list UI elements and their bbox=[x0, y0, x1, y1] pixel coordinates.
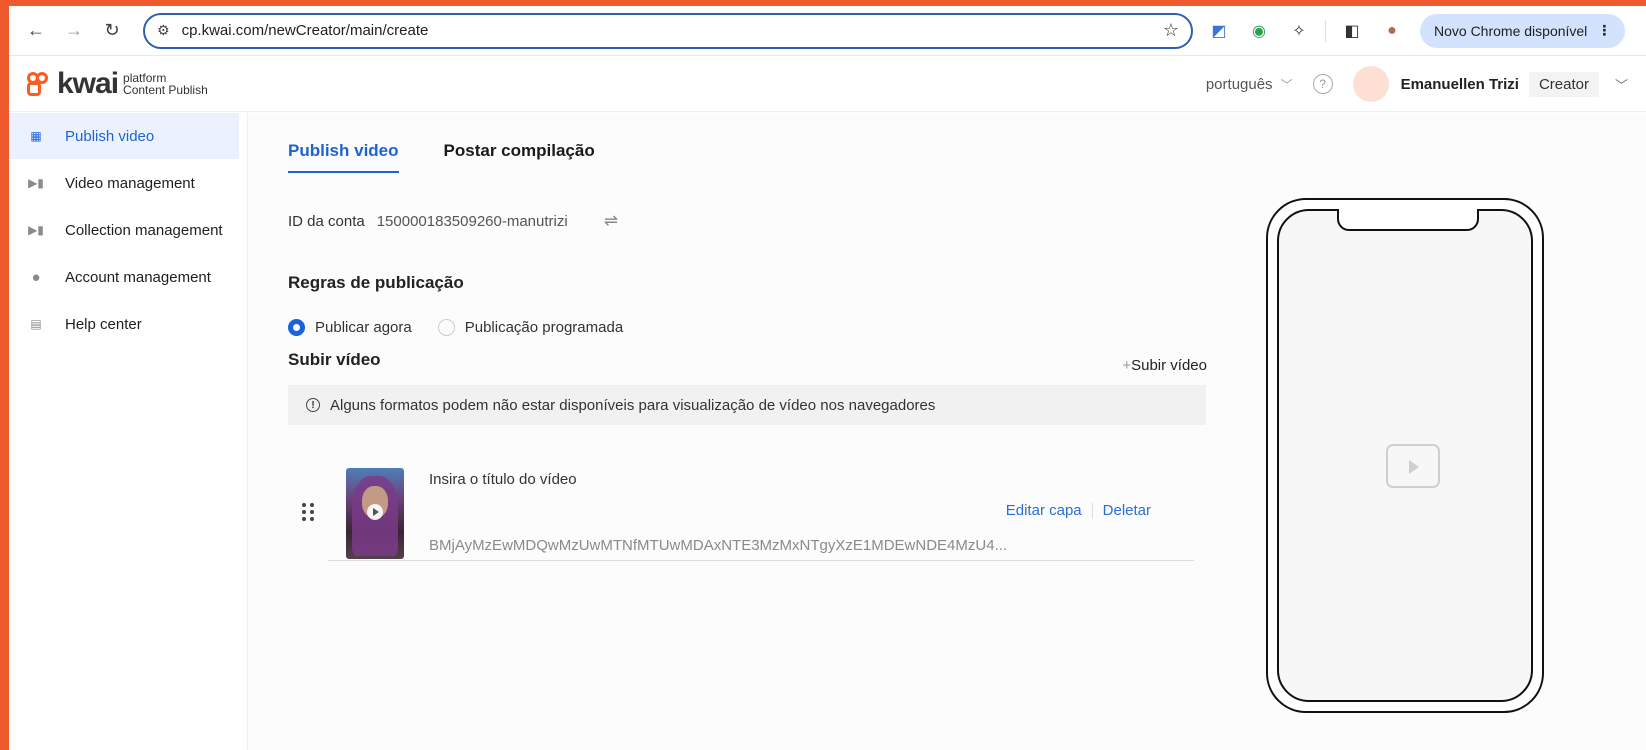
info-icon: ! bbox=[306, 398, 320, 412]
logo-subtitle: platform Content Publish bbox=[123, 72, 208, 96]
tab-publish-video[interactable]: Publish video bbox=[288, 141, 399, 173]
publish-mode-radios: Publicar agora Publicação programada bbox=[288, 319, 649, 336]
tab-postar-compilacao[interactable]: Postar compilação bbox=[444, 141, 595, 173]
video-icon: ▶▮ bbox=[28, 223, 44, 237]
url-text[interactable]: cp.kwai.com/newCreator/main/create bbox=[182, 22, 1163, 39]
profile-avatar-icon[interactable]: ● bbox=[1378, 17, 1406, 45]
bookmark-star-icon[interactable]: ☆ bbox=[1163, 20, 1179, 41]
chevron-down-icon: ﹀ bbox=[1280, 77, 1293, 92]
main-content: Publish video Postar compilação ID da co… bbox=[248, 113, 1646, 750]
site-settings-icon[interactable]: ⚙ bbox=[157, 22, 170, 39]
phone-screen bbox=[1277, 209, 1533, 702]
sidebar-item-label: Publish video bbox=[65, 127, 155, 145]
puzzle-extensions-icon[interactable]: ✧ bbox=[1285, 17, 1313, 45]
phone-notch bbox=[1337, 209, 1479, 231]
chrome-update-button[interactable]: Novo Chrome disponível ⋮ bbox=[1420, 13, 1626, 48]
address-bar[interactable]: ⚙ cp.kwai.com/newCreator/main/create ☆ bbox=[143, 12, 1193, 49]
browser-toolbar: ← → ↻ ⚙ cp.kwai.com/newCreator/main/crea… bbox=[9, 6, 1646, 56]
format-notice: ! Alguns formatos podem não estar dispon… bbox=[288, 385, 1206, 425]
sidebar-item-label: Collection management bbox=[65, 221, 223, 239]
video-title-input[interactable]: Insira o título do vídeo bbox=[429, 471, 577, 488]
drag-handle-icon[interactable] bbox=[302, 503, 316, 521]
video-file-id: BMjAyMzEwMDQwMzUwMTNfMTUwMDAxNTE3MzMxNTg… bbox=[429, 537, 1008, 554]
role-badge: Creator bbox=[1528, 71, 1599, 97]
side-panel-icon[interactable]: ◧ bbox=[1338, 17, 1366, 45]
header-right: português ﹀ ? Emanuellen Trizi Creator ﹀ bbox=[1206, 56, 1628, 112]
radio-publish-now-label[interactable]: Publicar agora bbox=[315, 319, 412, 336]
grid-icon: ▦ bbox=[30, 129, 42, 143]
kwai-logo-icon bbox=[27, 71, 51, 96]
sidebar: ▦ Publish video ▶▮ Video management ▶▮ C… bbox=[9, 113, 248, 750]
play-icon[interactable] bbox=[367, 504, 383, 520]
kebab-menu-icon[interactable]: ⋮ bbox=[1597, 22, 1611, 39]
android-extension-icon[interactable]: ◉ bbox=[1245, 17, 1273, 45]
account-id-row: ID da conta 150000183509260-manutrizi ⇌ bbox=[288, 211, 618, 231]
publishing-rules-title: Regras de publicação bbox=[288, 273, 464, 292]
radio-scheduled-label[interactable]: Publicação programada bbox=[465, 319, 623, 336]
sidebar-item-label: Help center bbox=[65, 315, 142, 333]
translate-extension-icon[interactable]: ◩ bbox=[1205, 17, 1233, 45]
delete-button[interactable]: Deletar bbox=[1103, 502, 1151, 519]
logo-wordmark: kwai bbox=[57, 66, 119, 100]
sidebar-item-publish-video[interactable]: ▦ Publish video bbox=[9, 113, 239, 159]
video-actions: Editar capa Deletar bbox=[1006, 502, 1151, 519]
help-icon[interactable]: ? bbox=[1312, 74, 1333, 94]
sidebar-item-collection-management[interactable]: ▶▮ Collection management bbox=[9, 207, 247, 253]
logo-sub-platform: platform bbox=[123, 70, 167, 85]
upload-video-button[interactable]: +Subir vídeo bbox=[1113, 357, 1207, 374]
app-header: kwai platform Content Publish português ﹀… bbox=[9, 56, 1646, 112]
phone-preview bbox=[1266, 198, 1544, 713]
sidebar-item-label: Video management bbox=[65, 174, 195, 192]
video-item: Insira o título do vídeo Editar capa Del… bbox=[302, 443, 1194, 561]
preview-play-icon[interactable] bbox=[1386, 444, 1440, 488]
sidebar-item-account-management[interactable]: ● Account management bbox=[9, 254, 247, 300]
avatar[interactable] bbox=[1352, 66, 1389, 102]
language-select[interactable]: português ﹀ bbox=[1206, 76, 1293, 93]
chrome-update-label: Novo Chrome disponível bbox=[1434, 22, 1588, 39]
browser-window: ← → ↻ ⚙ cp.kwai.com/newCreator/main/crea… bbox=[9, 6, 1646, 750]
upload-video-title: Subir vídeo bbox=[288, 350, 381, 369]
logo-sub-content-publish: Content Publish bbox=[123, 82, 208, 97]
edit-cover-button[interactable]: Editar capa bbox=[1006, 502, 1082, 519]
reload-icon[interactable]: ↻ bbox=[97, 16, 127, 46]
sidebar-item-video-management[interactable]: ▶▮ Video management bbox=[9, 160, 247, 206]
sidebar-item-help-center[interactable]: ▤ Help center bbox=[9, 301, 247, 347]
user-name[interactable]: Emanuellen Trizi bbox=[1401, 76, 1519, 93]
user-menu-chevron-icon[interactable]: ﹀ bbox=[1615, 75, 1628, 94]
radio-publish-now[interactable] bbox=[288, 319, 305, 336]
user-icon: ● bbox=[31, 268, 41, 286]
toolbar-divider bbox=[1325, 19, 1326, 42]
switch-account-icon[interactable]: ⇌ bbox=[604, 211, 618, 231]
upload-video-label: Subir vídeo bbox=[1131, 357, 1207, 374]
plus-icon: + bbox=[1122, 357, 1132, 374]
format-notice-text: Alguns formatos podem não estar disponív… bbox=[330, 396, 936, 414]
account-id-value: 150000183509260-manutrizi bbox=[376, 212, 568, 230]
kwai-logo[interactable]: kwai platform Content Publish bbox=[27, 67, 208, 101]
back-icon[interactable]: ← bbox=[21, 16, 51, 46]
radio-scheduled[interactable] bbox=[437, 319, 455, 336]
forward-icon[interactable]: → bbox=[59, 16, 89, 46]
video-icon: ▶▮ bbox=[28, 176, 44, 190]
action-divider bbox=[1091, 502, 1093, 519]
sidebar-item-label: Account management bbox=[65, 268, 211, 286]
tab-bar: Publish video Postar compilação bbox=[288, 141, 640, 173]
language-label: português bbox=[1205, 75, 1273, 93]
account-id-label: ID da conta bbox=[288, 212, 365, 230]
video-thumbnail[interactable] bbox=[346, 468, 404, 559]
search-doc-icon: ▤ bbox=[30, 317, 42, 331]
